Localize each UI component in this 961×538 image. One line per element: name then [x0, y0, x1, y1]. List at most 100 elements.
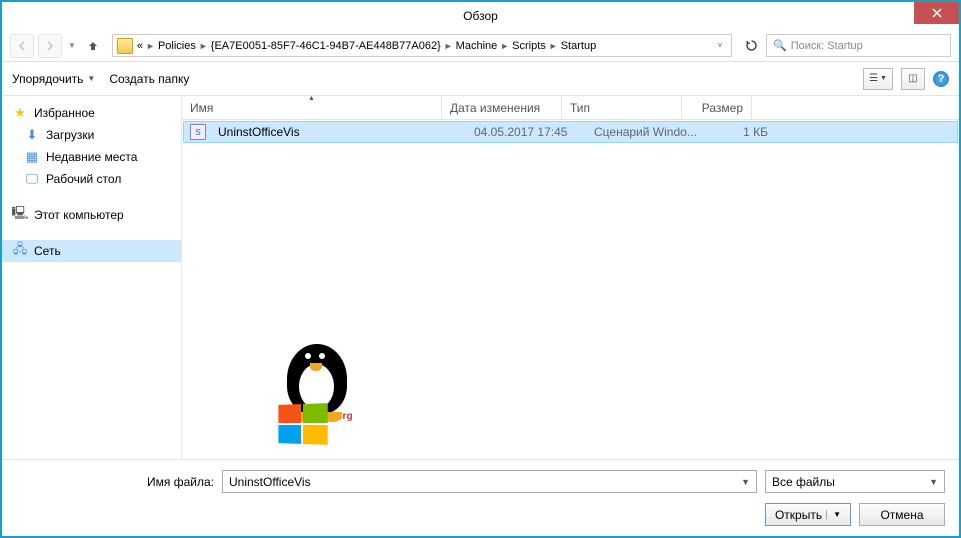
sidebar-downloads[interactable]: ⬇ Загрузки — [2, 124, 181, 146]
sidebar: ★ Избранное ⬇ Загрузки ▦ Недавние места … — [2, 96, 182, 459]
open-label: Открыть — [775, 508, 822, 522]
recent-dropdown[interactable]: ▼ — [68, 41, 76, 50]
chevron-down-icon: ▼ — [826, 510, 841, 519]
close-button[interactable] — [914, 2, 959, 24]
watermark: pyatilistnik.org — [242, 329, 392, 449]
desktop-label: Рабочий стол — [46, 172, 121, 186]
filename-value: UninstOfficeVis — [229, 475, 311, 489]
recent-icon: ▦ — [24, 149, 40, 165]
column-type[interactable]: Тип — [562, 96, 682, 119]
column-name[interactable]: ▲ Имя — [182, 96, 442, 119]
filter-value: Все файлы — [772, 475, 835, 489]
favorites-label: Избранное — [34, 106, 95, 120]
network-group: 🖧 Сеть — [2, 240, 181, 262]
footer-buttons: Открыть ▼ Отмена — [16, 503, 945, 526]
breadcrumb-item[interactable]: Machine — [456, 40, 498, 52]
breadcrumb-item[interactable]: {EA7E0051-85F7-46C1-94B7-AE448B77A062} — [211, 40, 441, 52]
recent-label: Недавние места — [46, 150, 137, 164]
sidebar-computer[interactable]: 🖳 Этот компьютер — [2, 204, 181, 226]
nav-bar: ▼ « ► Policies ► {EA7E0051-85F7-46C1-94B… — [2, 30, 959, 62]
col-size-label: Размер — [702, 101, 743, 115]
sidebar-desktop[interactable]: 🖵 Рабочий стол — [2, 168, 181, 190]
file-type-filter[interactable]: Все файлы ▼ — [765, 470, 945, 493]
col-date-label: Дата изменения — [450, 101, 540, 115]
chevron-down-icon: ▼ — [929, 477, 938, 487]
file-name: UninstOfficeVis — [210, 125, 466, 139]
filename-label: Имя файла: — [147, 475, 214, 489]
search-input[interactable]: 🔍 Поиск: Startup — [766, 34, 951, 57]
up-button[interactable] — [82, 35, 104, 57]
open-button[interactable]: Открыть ▼ — [765, 503, 851, 526]
breadcrumb-item[interactable]: Scripts — [512, 40, 546, 52]
breadcrumb-sep: ► — [199, 41, 208, 51]
preview-pane-button[interactable]: ◫ — [901, 68, 925, 90]
col-type-label: Тип — [570, 101, 590, 115]
breadcrumb-sep: ► — [500, 41, 509, 51]
arrow-left-icon — [17, 41, 27, 51]
computer-icon: 🖳 — [12, 207, 28, 223]
sidebar-favorites[interactable]: ★ Избранное — [2, 102, 181, 124]
view-mode-button[interactable]: ☰▼ — [863, 68, 893, 90]
back-button[interactable] — [10, 34, 34, 58]
column-date[interactable]: Дата изменения — [442, 96, 562, 119]
help-button[interactable]: ? — [933, 71, 949, 87]
penguin-icon — [277, 329, 357, 419]
script-file-icon: S — [190, 124, 206, 140]
toolbar: Упорядочить ▼ Создать папку ☰▼ ◫ ? — [2, 62, 959, 96]
file-size: 1 КБ — [706, 125, 776, 139]
filename-row: Имя файла: UninstOfficeVis ▼ Все файлы ▼ — [16, 470, 945, 493]
organize-label: Упорядочить — [12, 72, 83, 86]
arrow-right-icon — [45, 41, 55, 51]
arrow-up-icon — [87, 40, 99, 52]
toolbar-right: ☰▼ ◫ ? — [863, 68, 949, 90]
search-icon: 🔍 — [773, 39, 787, 52]
dialog-footer: Имя файла: UninstOfficeVis ▼ Все файлы ▼… — [2, 459, 959, 536]
file-dialog-window: Обзор ▼ « ► Policies ► {EA7E0051-85F7-46… — [0, 0, 961, 538]
favorites-group: ★ Избранное ⬇ Загрузки ▦ Недавние места … — [2, 102, 181, 190]
forward-button[interactable] — [38, 34, 62, 58]
windows-logo-icon — [278, 403, 327, 445]
breadcrumb-sep: ► — [444, 41, 453, 51]
cancel-label: Отмена — [880, 508, 923, 522]
download-icon: ⬇ — [24, 127, 40, 143]
breadcrumb-item[interactable]: Policies — [158, 40, 196, 52]
watermark-text: pyatilistnik.org — [242, 411, 392, 422]
computer-group: 🖳 Этот компьютер — [2, 204, 181, 226]
titlebar: Обзор — [2, 2, 959, 30]
file-row[interactable]: S UninstOfficeVis 04.05.2017 17:45 Сцена… — [183, 121, 958, 143]
column-size[interactable]: Размер — [682, 96, 752, 119]
star-icon: ★ — [12, 105, 28, 121]
computer-label: Этот компьютер — [34, 208, 124, 222]
network-label: Сеть — [34, 244, 61, 258]
file-list-area: ▲ Имя Дата изменения Тип Размер S Uninst… — [182, 96, 959, 459]
downloads-label: Загрузки — [46, 128, 94, 142]
sidebar-recent[interactable]: ▦ Недавние места — [2, 146, 181, 168]
new-folder-button[interactable]: Создать папку — [109, 72, 189, 86]
breadcrumb-sep: ► — [549, 41, 558, 51]
refresh-button[interactable] — [740, 35, 762, 57]
window-title: Обзор — [463, 9, 498, 23]
breadcrumb-dropdown[interactable]: ˅ — [713, 35, 727, 56]
network-icon: 🖧 — [12, 243, 28, 259]
breadcrumb-sep: ► — [146, 41, 155, 51]
preview-icon: ◫ — [908, 73, 917, 84]
desktop-icon: 🖵 — [24, 171, 40, 187]
main-area: ★ Избранное ⬇ Загрузки ▦ Недавние места … — [2, 96, 959, 459]
close-icon — [932, 8, 942, 18]
folder-icon — [117, 38, 133, 54]
list-icon: ☰ — [869, 73, 878, 84]
breadcrumb[interactable]: « ► Policies ► {EA7E0051-85F7-46C1-94B7-… — [112, 34, 732, 57]
file-type: Сценарий Windo... — [586, 125, 706, 139]
col-name-label: Имя — [190, 101, 213, 115]
refresh-icon — [745, 39, 758, 52]
sort-asc-icon: ▲ — [308, 95, 315, 102]
filename-input[interactable]: UninstOfficeVis ▼ — [222, 470, 757, 493]
search-placeholder: Поиск: Startup — [791, 40, 863, 52]
organize-menu[interactable]: Упорядочить ▼ — [12, 72, 95, 86]
cancel-button[interactable]: Отмена — [859, 503, 945, 526]
chevron-down-icon: ▼ — [880, 75, 887, 82]
breadcrumb-item[interactable]: Startup — [561, 40, 596, 52]
breadcrumb-prefix: « — [137, 40, 143, 52]
sidebar-network[interactable]: 🖧 Сеть — [2, 240, 181, 262]
file-date: 04.05.2017 17:45 — [466, 125, 586, 139]
